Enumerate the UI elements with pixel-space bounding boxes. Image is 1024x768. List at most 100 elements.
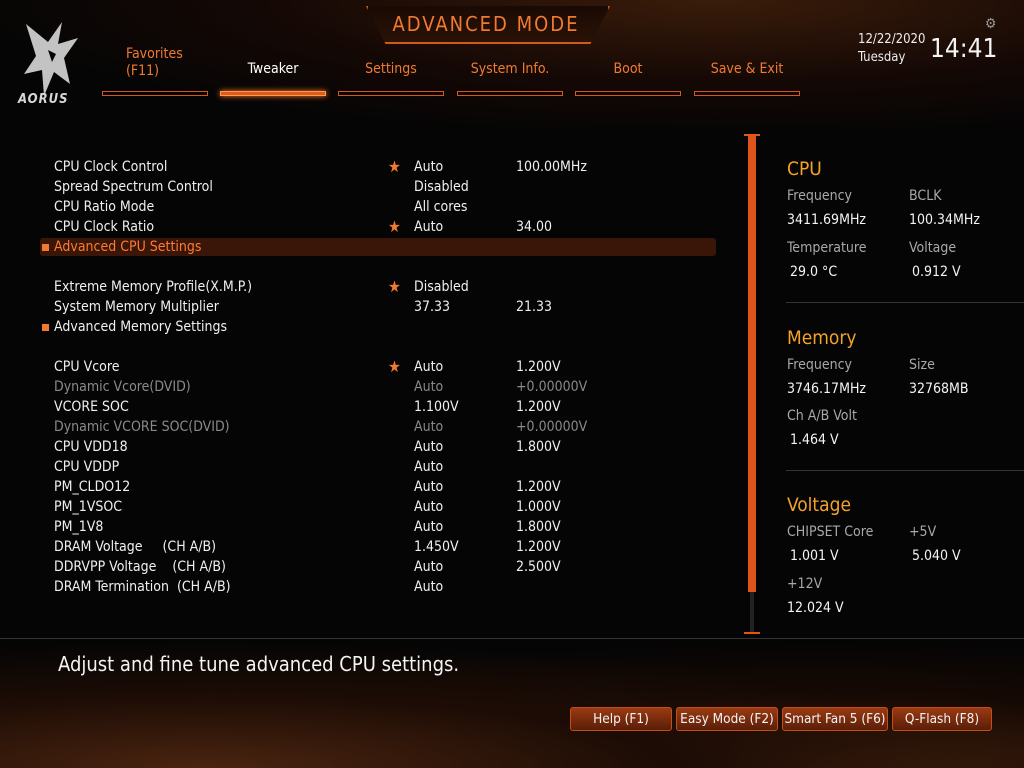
cpu-frequency-label: Frequency — [787, 188, 852, 204]
setting-pm-1vsoc[interactable]: PM_1VSOC Auto 1.000V — [0, 497, 740, 517]
q-flash-button[interactable]: Q-Flash (F8) — [892, 707, 992, 731]
tab-underline — [102, 91, 208, 96]
date-display: 12/22/2020 — [858, 32, 926, 47]
setting-value[interactable]: Disabled — [414, 177, 469, 197]
setting-cpu-clock-ratio[interactable]: CPU Clock Ratio ★ Auto 34.00 — [0, 217, 740, 237]
scrollbar-thumb[interactable] — [748, 136, 756, 592]
star-icon: ★ — [388, 157, 401, 176]
clock: 14:41 — [930, 34, 998, 64]
memory-frequency-label: Frequency — [787, 357, 852, 373]
setting-value[interactable]: Auto — [414, 517, 443, 537]
plus12v-value: 12.024 V — [787, 600, 844, 616]
scrollbar-cap — [744, 134, 760, 136]
setting-current-value: 1.200V — [516, 399, 561, 415]
setting-cpu-vddp[interactable]: CPU VDDP Auto — [0, 457, 740, 477]
setting-dynamic-vcore-soc: Dynamic VCORE SOC(DVID) Auto +0.00000V — [0, 417, 740, 437]
help-button[interactable]: Help (F1) — [570, 707, 672, 731]
setting-pm-cldo12[interactable]: PM_CLDO12 Auto 1.200V — [0, 477, 740, 497]
submenu-bullet-icon — [42, 324, 49, 331]
setting-name: System Memory Multiplier — [54, 299, 219, 315]
setting-value[interactable]: Auto — [414, 217, 443, 237]
tab-system-info-label: System Info. — [470, 61, 550, 77]
setting-pm-1v8[interactable]: PM_1V8 Auto 1.800V — [0, 517, 740, 537]
tab-save-exit-label: Save & Exit — [710, 61, 784, 77]
setting-value[interactable]: Auto — [414, 157, 443, 177]
setting-value[interactable]: Auto — [414, 497, 443, 517]
setting-dram-termination[interactable]: DRAM Termination (CH A/B) Auto — [0, 577, 740, 597]
memory-voltage-label: Ch A/B Volt — [787, 408, 857, 424]
submenu-advanced-cpu-settings[interactable]: Advanced CPU Settings — [0, 237, 740, 257]
brand-logo-text: AORUS — [18, 92, 69, 107]
setting-value: Auto — [414, 419, 444, 435]
setting-value[interactable]: Auto — [414, 437, 443, 457]
setting-current-value: +0.00000V — [516, 379, 588, 395]
tab-tweaker[interactable]: Tweaker — [220, 46, 326, 96]
setting-cpu-clock-control[interactable]: CPU Clock Control ★ Auto 100.00MHz — [0, 157, 740, 177]
setting-value[interactable]: Auto — [414, 477, 443, 497]
memory-frequency-value: 3746.17MHz — [787, 381, 867, 397]
tab-settings-label: Settings — [365, 61, 417, 77]
cpu-frequency-value: 3411.69MHz — [787, 212, 867, 228]
submenu-advanced-memory-settings[interactable]: Advanced Memory Settings — [0, 317, 740, 337]
setting-value[interactable]: Auto — [414, 557, 443, 577]
setting-value[interactable]: 1.450V — [414, 537, 459, 557]
setting-name: Advanced CPU Settings — [54, 239, 202, 255]
setting-vcore-soc[interactable]: VCORE SOC 1.100V 1.200V — [0, 397, 740, 417]
help-description: Adjust and fine tune advanced CPU settin… — [58, 652, 460, 676]
setting-value[interactable]: Auto — [414, 357, 443, 377]
memory-size-label: Size — [909, 357, 935, 373]
setting-name: CPU Ratio Mode — [54, 199, 155, 215]
setting-cpu-vcore[interactable]: CPU Vcore ★ Auto 1.200V — [0, 357, 740, 377]
setting-xmp[interactable]: Extreme Memory Profile(X.M.P.) ★ Disable… — [0, 277, 740, 297]
setting-dram-voltage[interactable]: DRAM Voltage (CH A/B) 1.450V 1.200V — [0, 537, 740, 557]
tab-boot[interactable]: Boot — [575, 46, 681, 96]
tab-system-info[interactable]: System Info. — [457, 46, 563, 96]
setting-ddrvpp-voltage[interactable]: DDRVPP Voltage (CH A/B) Auto 2.500V — [0, 557, 740, 577]
setting-name: PM_CLDO12 — [54, 479, 131, 495]
setting-system-memory-multiplier[interactable]: System Memory Multiplier 37.33 21.33 — [0, 297, 740, 317]
smart-fan-button[interactable]: Smart Fan 5 (F6) — [782, 707, 888, 731]
memory-size-value: 32768MB — [909, 381, 969, 397]
tab-save-exit[interactable]: Save & Exit — [694, 46, 800, 96]
setting-value[interactable]: Disabled — [414, 277, 469, 297]
setting-value[interactable]: Auto — [414, 577, 443, 597]
chipset-core-label: CHIPSET Core — [787, 524, 874, 540]
star-icon: ★ — [388, 277, 401, 296]
plus12v-label: +12V — [787, 576, 823, 592]
day-display: Tuesday — [858, 50, 906, 65]
setting-cpu-ratio-mode[interactable]: CPU Ratio Mode All cores — [0, 197, 740, 217]
tab-settings[interactable]: Settings — [338, 46, 444, 96]
setting-cpu-vdd18[interactable]: CPU VDD18 Auto 1.800V — [0, 437, 740, 457]
setting-value[interactable]: Auto — [414, 457, 443, 477]
setting-current-value: 1.800V — [516, 439, 561, 455]
panel-divider — [786, 470, 1024, 471]
tab-favorites[interactable]: Favorites (F11) — [102, 46, 208, 96]
setting-value: Auto — [414, 379, 444, 395]
tab-underline-active — [220, 91, 326, 96]
setting-value[interactable]: 1.100V — [414, 397, 459, 417]
gear-icon[interactable]: ⚙ — [985, 16, 996, 32]
mode-title: ADVANCED MODE — [392, 12, 580, 36]
easy-mode-button[interactable]: Easy Mode (F2) — [676, 707, 778, 731]
star-icon: ★ — [388, 217, 401, 236]
setting-name: DRAM Termination (CH A/B) — [54, 579, 231, 595]
setting-spread-spectrum-control[interactable]: Spread Spectrum Control Disabled — [0, 177, 740, 197]
plus5v-value: 5.040 V — [912, 548, 961, 564]
memory-section-title: Memory — [787, 327, 857, 349]
voltage-section-title: Voltage — [787, 494, 851, 516]
setting-value[interactable]: All cores — [414, 197, 467, 217]
star-icon: ★ — [388, 357, 401, 376]
setting-current-value: 1.000V — [516, 499, 561, 515]
memory-voltage-value: 1.464 V — [790, 432, 839, 448]
tab-underline — [575, 91, 681, 96]
cpu-voltage-value: 0.912 V — [912, 264, 961, 280]
setting-current-value: 1.200V — [516, 539, 561, 555]
setting-current-value: 34.00 — [516, 219, 553, 235]
tab-underline — [457, 91, 563, 96]
setting-current-value: 100.00MHz — [516, 159, 588, 175]
setting-name: Extreme Memory Profile(X.M.P.) — [54, 279, 253, 295]
panel-divider — [786, 302, 1024, 303]
setting-current-value: 1.800V — [516, 519, 561, 535]
submenu-bullet-icon — [42, 244, 49, 251]
setting-value[interactable]: 37.33 — [414, 297, 450, 317]
